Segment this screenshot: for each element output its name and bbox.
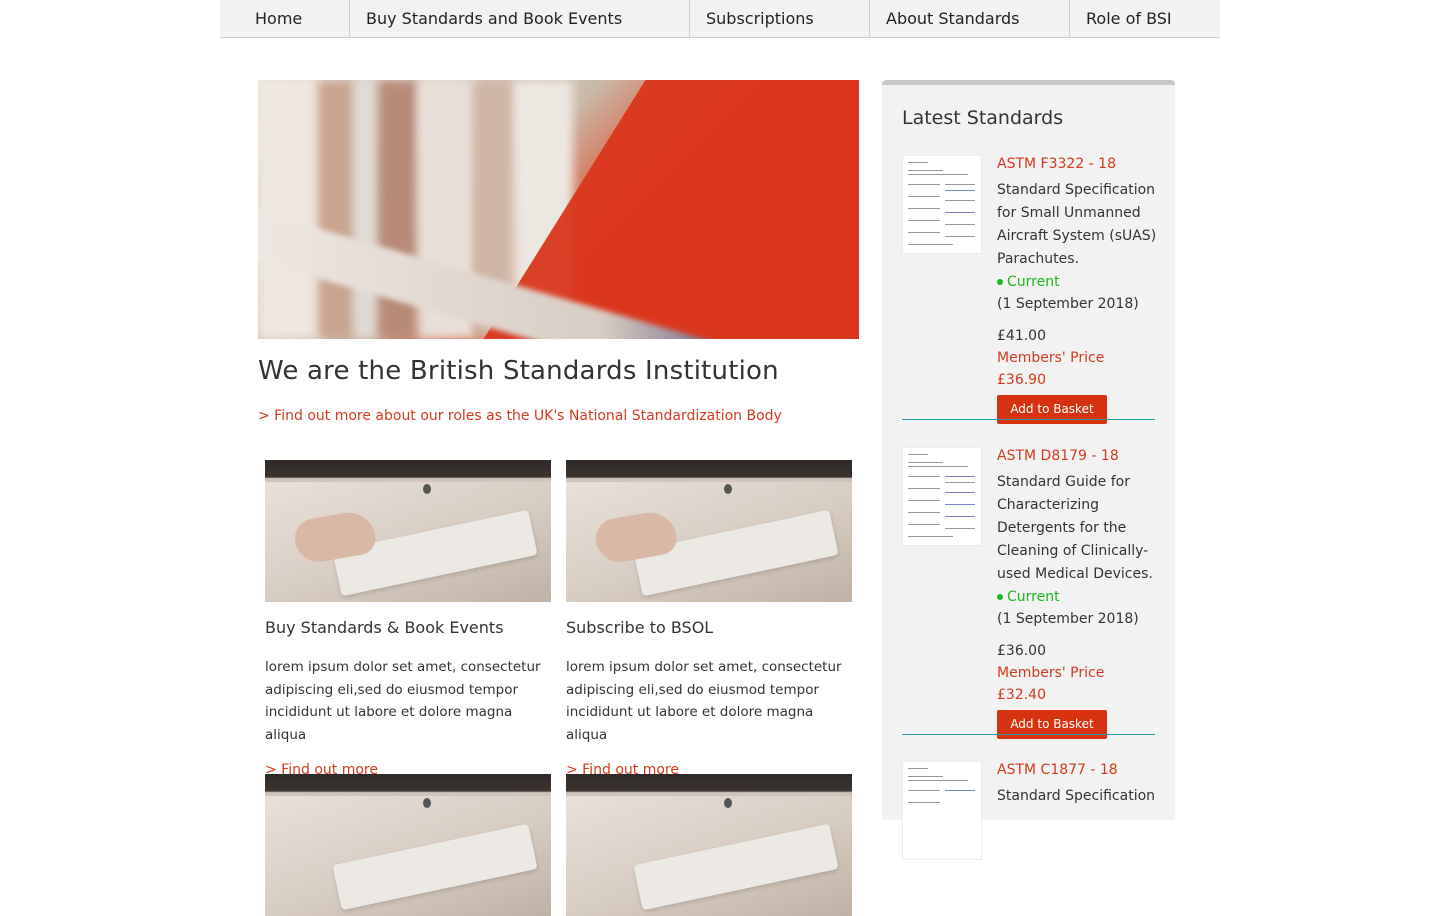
standard-description: Standard Specification for Small Unmanne… <box>997 182 1157 267</box>
members-price: Members' Price £32.40 <box>997 665 1105 703</box>
card-title: Buy Standards & Book Events <box>265 618 504 637</box>
standard-document-thumbnail[interactable] <box>902 761 982 860</box>
standard-code-link[interactable]: ASTM C1877 - 18 <box>997 761 1157 779</box>
card-description: lorem ipsum dolor set amet, consectetur … <box>566 659 842 743</box>
standard-code-link[interactable]: ASTM D8179 - 18 <box>997 447 1157 465</box>
national-body-link[interactable]: > Find out more about our roles as the U… <box>258 408 782 424</box>
nav-item-about-standards[interactable]: About Standards <box>870 0 1070 38</box>
standard-item: ASTM D8179 - 18 Standard Guide for Chara… <box>902 447 1155 747</box>
card-image <box>566 460 852 602</box>
card-buy-standards: Buy Standards & Book Events lorem ipsum … <box>265 460 551 778</box>
card-image <box>566 774 852 916</box>
card-next-row-2 <box>566 774 852 916</box>
card-subscribe-bsol: Subscribe to BSOL lorem ipsum dolor set … <box>566 460 852 778</box>
item-divider <box>902 734 1155 735</box>
standard-item: ASTM C1877 - 18 Standard Specification <box>902 761 1157 860</box>
main-nav: Home Buy Standards and Book Events Subsc… <box>220 0 1220 38</box>
latest-standards-panel: Latest Standards ASTM F3322 - 18 Standar… <box>882 80 1175 860</box>
standard-document-thumbnail[interactable] <box>902 447 982 546</box>
item-divider <box>902 419 1155 420</box>
standard-code-link[interactable]: ASTM F3322 - 18 <box>997 155 1157 173</box>
panel-title: Latest Standards <box>902 107 1064 129</box>
standard-item: ASTM F3322 - 18 Standard Specification f… <box>902 155 1157 425</box>
status-badge: Current <box>997 586 1157 608</box>
publish-date: (1 September 2018) <box>997 611 1139 627</box>
nav-item-home[interactable]: Home <box>220 0 350 38</box>
publish-date: (1 September 2018) <box>997 296 1139 312</box>
hero-image <box>258 80 859 339</box>
card-description: lorem ipsum dolor set amet, consectetur … <box>265 659 541 743</box>
status-badge: Current <box>997 271 1157 293</box>
card-title: Subscribe to BSOL <box>566 618 714 637</box>
status-dot-icon <box>997 594 1003 600</box>
nav-item-role-of-bsi[interactable]: Role of BSI <box>1070 0 1220 38</box>
card-image <box>265 774 551 916</box>
members-price: Members' Price £36.90 <box>997 350 1105 388</box>
standard-price: £36.00 <box>997 643 1046 659</box>
nav-item-subscriptions[interactable]: Subscriptions <box>690 0 870 38</box>
card-image <box>265 460 551 602</box>
standard-description: Standard Guide for Characterizing Deterg… <box>997 474 1153 582</box>
page-heading: We are the British Standards Institution <box>258 356 779 386</box>
card-next-row-1 <box>265 774 551 916</box>
status-dot-icon <box>997 279 1003 285</box>
standard-document-thumbnail[interactable] <box>902 155 982 254</box>
standard-price: £41.00 <box>997 328 1046 344</box>
nav-item-buy-standards[interactable]: Buy Standards and Book Events <box>350 0 690 38</box>
